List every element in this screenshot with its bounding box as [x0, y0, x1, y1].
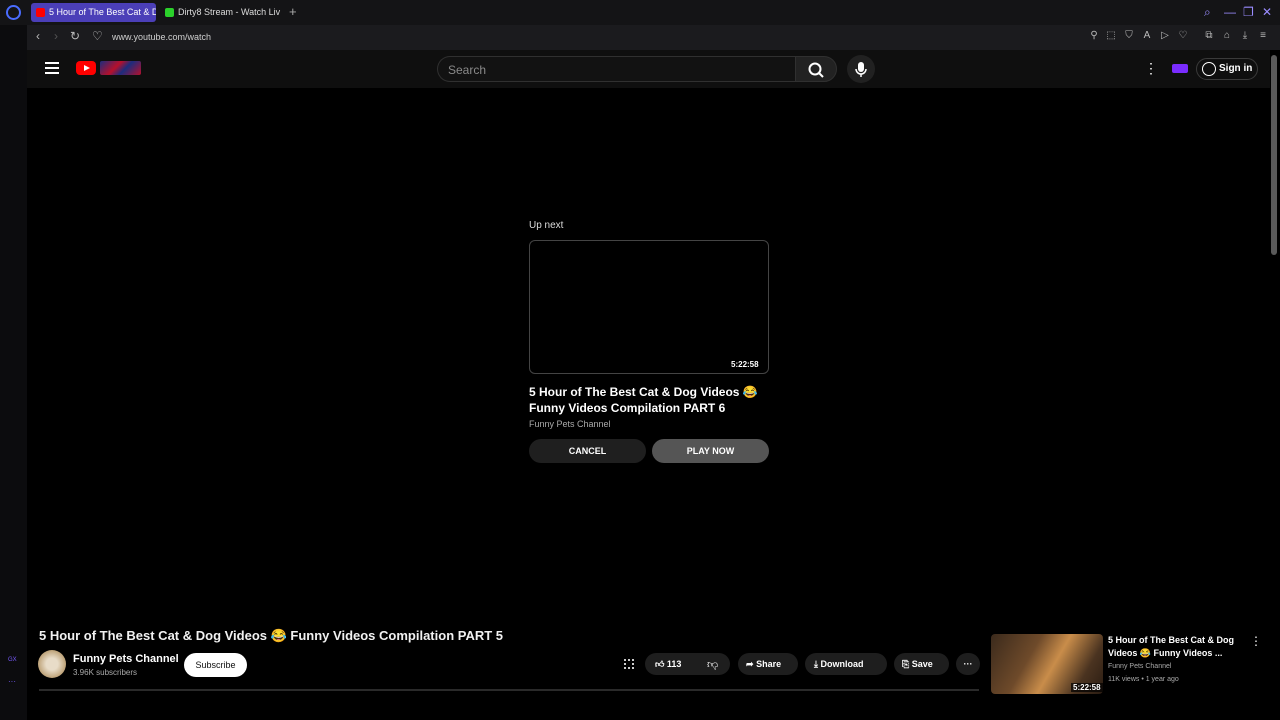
grid-icon[interactable] [624, 659, 634, 669]
url-field[interactable]: www.youtube.com/watch [112, 32, 211, 42]
more-icon[interactable]: ··· [8, 677, 16, 686]
hamburger-menu-icon[interactable] [45, 62, 59, 74]
snapshot-icon[interactable]: ⬚ [1105, 30, 1117, 42]
extensions-icon[interactable]: ⧉ [1203, 30, 1215, 42]
sign-in-label: Sign in [1219, 63, 1253, 74]
stream-favicon-icon [165, 8, 174, 17]
share-icon: ➦ [746, 659, 754, 669]
subscribe-button[interactable]: Subscribe [184, 653, 247, 677]
shield-icon[interactable]: ⛉ [1123, 30, 1135, 42]
menu-icon[interactable]: ≡ [1257, 30, 1269, 42]
youtube-logo-icon[interactable] [76, 61, 96, 75]
heart-icon[interactable]: ♡ [92, 29, 103, 43]
up-next-duration: 5:22:58 [731, 360, 759, 369]
share-button[interactable]: ➦ Share [738, 653, 798, 675]
doodle-flag-logo[interactable] [100, 61, 141, 75]
voice-search-button[interactable] [847, 55, 875, 83]
close-window-icon[interactable]: ✕ [1262, 5, 1272, 19]
play-now-button[interactable]: PLAY NOW [652, 439, 769, 463]
thumbs-up-icon: 👍︎ [655, 659, 665, 669]
share-label: Share [756, 659, 782, 669]
recommended-channel[interactable]: Funny Pets Channel [1108, 663, 1171, 670]
channel-avatar[interactable] [38, 650, 66, 678]
download-label: Download [820, 659, 864, 669]
recommended-duration: 5:22:58 [1071, 683, 1103, 692]
up-next-thumbnail[interactable] [529, 240, 769, 374]
extension-badge-icon[interactable] [1172, 64, 1188, 73]
download-button[interactable]: ⤓ Download [805, 653, 887, 675]
search-tabs-icon[interactable]: ⌕ [1204, 5, 1211, 20]
tab-dirty8[interactable]: Dirty8 Stream - Watch Liv [160, 3, 282, 22]
subscriber-count: 3.96K subscribers [73, 668, 138, 677]
back-icon[interactable]: ‹ [36, 29, 40, 43]
send-icon[interactable]: ▷ [1159, 30, 1171, 42]
download-icon: ⤓ [814, 659, 818, 669]
scrollbar-thumb[interactable] [1271, 55, 1277, 255]
forward-icon[interactable]: › [54, 29, 58, 43]
sign-in-button[interactable]: Sign in [1196, 58, 1258, 80]
save-label: Save [911, 659, 933, 669]
search-input[interactable]: Search [437, 56, 795, 82]
pin-icon[interactable]: ⚲ [1088, 30, 1100, 42]
favorite-icon[interactable]: ♡ [1177, 30, 1189, 42]
more-horizontal-icon: ··· [963, 659, 973, 669]
translate-icon[interactable]: A [1141, 30, 1153, 42]
download-icon[interactable]: ⤓ [1239, 30, 1251, 42]
recommended-kebab-icon[interactable]: ⋮ [1250, 634, 1262, 648]
minimize-icon[interactable]: — [1224, 5, 1236, 19]
up-next-title[interactable]: 5 Hour of The Best Cat & Dog Videos 😂 Fu… [529, 384, 769, 416]
youtube-favicon-icon [36, 8, 45, 17]
up-next-label: Up next [529, 220, 564, 231]
save-button[interactable]: ⎘ Save [894, 653, 949, 675]
recommended-meta: 11K views • 1 year ago [1108, 676, 1179, 683]
new-tab-icon[interactable]: + [289, 4, 297, 19]
vpn-icon[interactable]: ⌂ [1221, 30, 1233, 42]
gx-icon[interactable]: GX [8, 657, 17, 663]
tab-label: Dirty8 Stream - Watch Liv [178, 7, 281, 17]
more-actions-button[interactable]: ··· [956, 653, 980, 675]
reload-icon[interactable]: ↻ [70, 29, 80, 43]
cancel-button[interactable]: CANCEL [529, 439, 646, 463]
recommended-title[interactable]: 5 Hour of The Best Cat & Dog Videos 😂 Fu… [1108, 634, 1243, 660]
microphone-icon [855, 62, 867, 77]
opera-logo-icon[interactable] [6, 5, 21, 20]
search-button[interactable] [795, 56, 837, 82]
bookmark-icon: ⎘ [902, 659, 910, 669]
description-divider [39, 689, 979, 691]
settings-kebab-icon[interactable]: ⋮ [1144, 60, 1158, 77]
up-next-channel[interactable]: Funny Pets Channel [529, 419, 611, 429]
maximize-icon[interactable]: ❐ [1243, 5, 1254, 19]
thumbs-down-icon[interactable]: 👎︎ [707, 658, 718, 671]
channel-name[interactable]: Funny Pets Channel [73, 653, 179, 665]
account-icon [1202, 62, 1216, 76]
video-title: 5 Hour of The Best Cat & Dog Videos 😂 Fu… [39, 628, 504, 643]
browser-sidebar: GX ··· [0, 25, 27, 720]
tab-active[interactable]: 5 Hour of The Best Cat & D [31, 3, 156, 22]
search-icon [808, 62, 824, 78]
tab-label: 5 Hour of The Best Cat & D [49, 7, 156, 17]
like-count: 113 [666, 659, 682, 669]
